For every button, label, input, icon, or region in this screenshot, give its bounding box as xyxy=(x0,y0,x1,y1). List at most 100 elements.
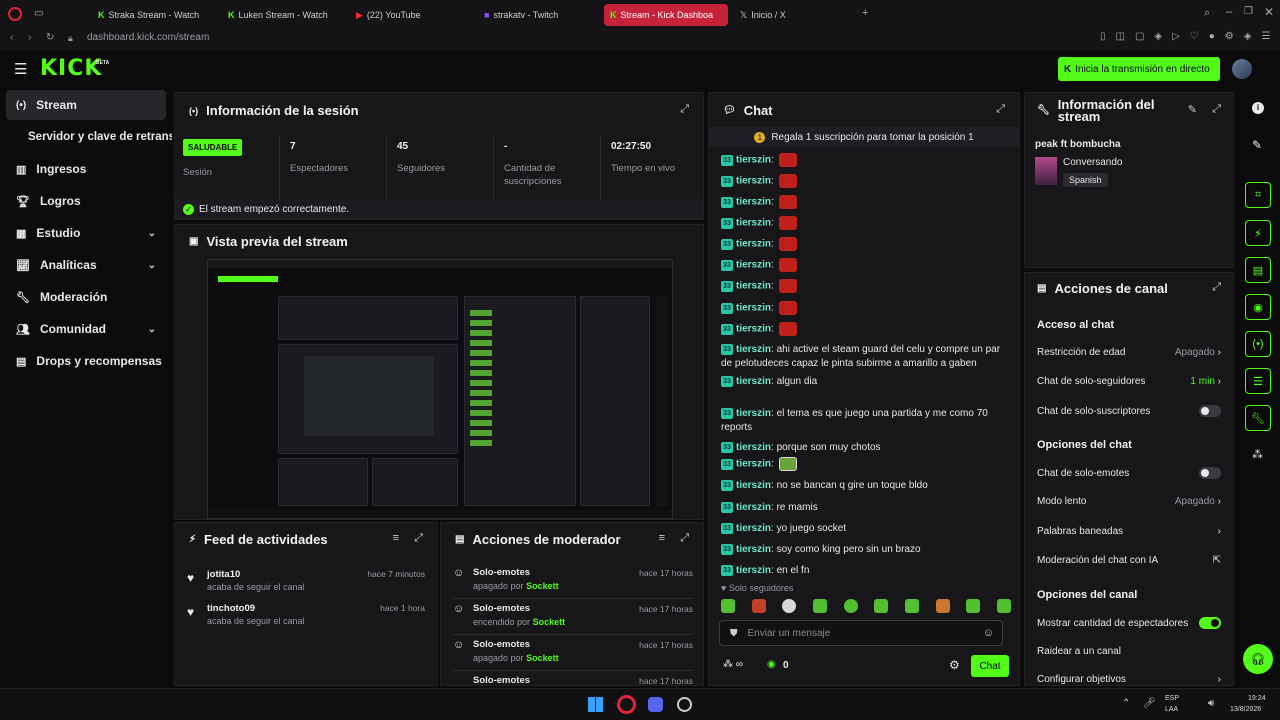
chat-settings-icon[interactable]: ⚙ xyxy=(949,658,960,672)
tray-chevron-up-icon[interactable]: ⌃ xyxy=(1122,698,1130,709)
tab-twitch[interactable]: ■ strakatv - Twitch xyxy=(478,4,596,26)
filter-icon[interactable]: ≡ xyxy=(393,532,399,544)
start-stream-button[interactable]: K Inicia la transmisión en directo xyxy=(1058,57,1220,81)
menu-icon[interactable]: ☰ xyxy=(14,60,27,78)
server-button[interactable]: ☰ xyxy=(1245,368,1271,394)
chat-input[interactable]: ⛊ Enviar un mensaje ☺ xyxy=(719,620,1003,646)
flash-button[interactable]: ⚡︎ xyxy=(1245,220,1271,246)
chat-username[interactable]: tierszin xyxy=(736,281,771,292)
chat-username[interactable]: tierszin xyxy=(736,459,771,470)
emote-icon[interactable] xyxy=(904,599,919,613)
chat-button[interactable]: ◉ xyxy=(1245,294,1271,320)
emote-icon[interactable] xyxy=(782,599,797,613)
search-icon[interactable]: ⌕ xyxy=(1204,7,1210,20)
tab-luken[interactable]: K Luken Stream - Watch xyxy=(222,4,340,26)
goals-row[interactable]: Configurar objetivos › xyxy=(1037,674,1221,685)
chat-username[interactable]: tierszin xyxy=(736,176,771,187)
clip-button[interactable]: ⌗ xyxy=(1245,182,1271,208)
mod-user[interactable]: Sockett xyxy=(526,581,559,591)
chat-username[interactable]: tierszin xyxy=(736,344,771,355)
volume-icon[interactable]: 🔊︎ xyxy=(1208,698,1214,709)
chat-username[interactable]: tierszin xyxy=(736,376,771,387)
chat-username[interactable]: tierszin xyxy=(736,408,771,419)
raid-row[interactable]: Raidear a un canal xyxy=(1037,646,1221,657)
restore-icon[interactable]: ❐ xyxy=(1244,6,1253,17)
chat-username[interactable]: tierszin xyxy=(736,523,771,534)
send-chat-button[interactable]: Chat xyxy=(971,655,1009,677)
sidebar-item-drops[interactable]: ▤ Drops y recompensas xyxy=(6,346,166,376)
windows-start-icon[interactable] xyxy=(588,697,603,712)
popout-icon[interactable]: ⤢ xyxy=(996,103,1005,116)
chat-username[interactable]: tierszin xyxy=(736,565,771,576)
ai-moderation-row[interactable]: Moderación del chat con IA ⇱ xyxy=(1037,555,1221,566)
subs-only-toggle[interactable] xyxy=(1199,405,1221,417)
chat-username[interactable]: tierszin xyxy=(736,260,771,271)
edit-icon[interactable]: ✎ xyxy=(1188,103,1197,116)
popout-icon[interactable]: ⤢ xyxy=(1212,281,1221,294)
app-taskbar-icon[interactable] xyxy=(677,697,692,712)
age-restriction-row[interactable]: Restricción de edad Apagado › xyxy=(1037,347,1221,358)
mod-user[interactable]: Sockett xyxy=(526,653,559,663)
opera-taskbar-icon[interactable] xyxy=(617,695,636,714)
popout-icon[interactable]: ⤢ xyxy=(414,532,423,545)
new-tab-icon[interactable]: + xyxy=(862,7,868,19)
show-viewers-toggle[interactable] xyxy=(1199,617,1221,629)
info-icon[interactable]: i xyxy=(1252,102,1264,114)
edit-icon[interactable]: ✎ xyxy=(1252,138,1262,152)
stream-preview-video[interactable] xyxy=(207,259,673,519)
broadcast-button[interactable]: (•) xyxy=(1245,331,1271,357)
notes-button[interactable]: ▤ xyxy=(1245,257,1271,283)
emote-icon[interactable] xyxy=(843,599,858,613)
sidebar-item-moderacion[interactable]: 🔧︎ Moderación xyxy=(6,282,166,312)
community-icon[interactable]: ⁂ xyxy=(1252,448,1263,461)
category-thumbnail[interactable] xyxy=(1035,157,1057,185)
close-icon[interactable]: ✕ xyxy=(1264,5,1274,19)
popout-icon[interactable]: ⤢ xyxy=(1212,103,1221,116)
sidebar-item-stream[interactable]: (•) Stream xyxy=(6,90,166,120)
chat-username[interactable]: tierszin xyxy=(736,442,771,453)
microphone-icon[interactable]: 🎤︎ xyxy=(1143,698,1156,709)
chat-username[interactable]: tierszin xyxy=(736,239,771,250)
sidebar-item-comunidad[interactable]: 👥︎ Comunidad ⌄ xyxy=(6,314,166,344)
url-field[interactable]: dashboard.kick.com/stream xyxy=(87,32,209,43)
back-icon[interactable]: ‹ xyxy=(10,32,14,44)
emote-icon[interactable] xyxy=(874,599,889,613)
slow-mode-row[interactable]: Modo lento Apagado › xyxy=(1037,496,1221,507)
chat-username[interactable]: tierszin xyxy=(736,480,771,491)
kick-logo[interactable]: KICK xyxy=(40,56,102,81)
discord-taskbar-icon[interactable] xyxy=(648,697,663,712)
chat-username[interactable]: tierszin xyxy=(736,197,771,208)
workspace-icon[interactable]: ▭ xyxy=(34,8,43,19)
popout-icon[interactable]: ⤢ xyxy=(680,103,689,116)
support-button[interactable]: 🎧︎ xyxy=(1243,644,1273,674)
kick-points-icon[interactable]: ⁂ ∞ xyxy=(723,659,743,670)
emote-icon[interactable] xyxy=(812,599,827,613)
reload-icon[interactable]: ↻ xyxy=(46,32,54,43)
popout-icon[interactable]: ⤢ xyxy=(680,532,689,545)
tab-x[interactable]: 𝕏 Inicio / X xyxy=(734,4,852,26)
avatar[interactable] xyxy=(1232,59,1252,79)
sidebar-item-server-key[interactable]: Servidor y clave de retransm xyxy=(18,122,172,152)
chat-username[interactable]: tierszin xyxy=(736,324,771,335)
sidebar-item-analiticas[interactable]: 📈︎ Analíticas ⌄ xyxy=(6,250,166,280)
extension-icons[interactable]: ▯◫▢◈▷♡●⚙◈☰⋮ xyxy=(1100,31,1280,42)
followers-only-row[interactable]: Chat de solo-seguidores 1 min › xyxy=(1037,376,1221,387)
chat-username[interactable]: tierszin xyxy=(736,218,771,229)
language-indicator[interactable]: ESP xyxy=(1165,695,1179,702)
tab-kick-dashboard[interactable]: K Stream - Kick Dashboa xyxy=(604,4,728,26)
emoji-picker-icon[interactable]: ☺ xyxy=(983,627,994,639)
clock-time[interactable]: 19:24 xyxy=(1248,695,1266,702)
chat-username[interactable]: tierszin xyxy=(736,544,771,555)
emote-icon[interactable] xyxy=(996,599,1011,613)
sidebar-item-estudio[interactable]: ▦ Estudio ⌄ xyxy=(6,218,166,248)
tab-straka[interactable]: K Straka Stream - Watch xyxy=(92,4,210,26)
chat-username[interactable]: tierszin xyxy=(736,502,771,513)
tools-button[interactable]: 🔧︎ xyxy=(1245,405,1271,431)
forward-icon[interactable]: › xyxy=(28,32,32,44)
emote-icon[interactable] xyxy=(751,599,766,613)
mod-user[interactable]: Sockett xyxy=(533,617,566,627)
minimize-icon[interactable]: – xyxy=(1226,6,1232,18)
chat-username[interactable]: tierszin xyxy=(736,303,771,314)
chat-username[interactable]: tierszin xyxy=(736,155,771,166)
filter-icon[interactable]: ≡ xyxy=(659,532,665,544)
